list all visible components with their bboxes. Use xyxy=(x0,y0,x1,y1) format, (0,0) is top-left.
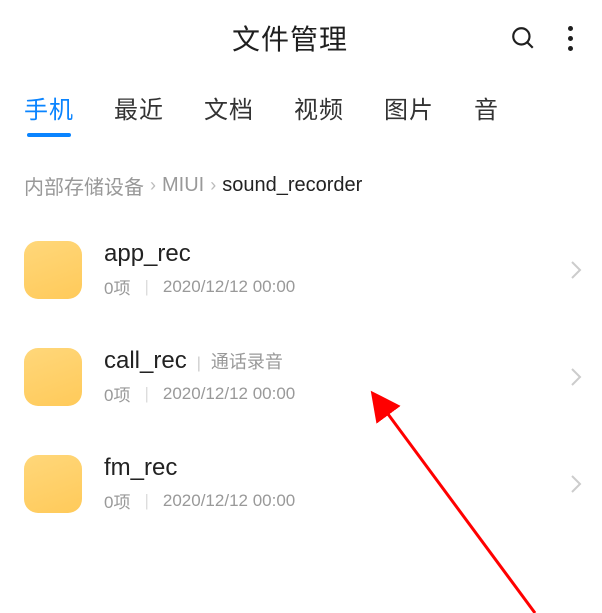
tab-recent[interactable]: 最近 xyxy=(114,90,164,125)
meta-separator: | xyxy=(144,384,148,404)
chevron-right-icon: › xyxy=(150,175,156,196)
tab-image[interactable]: 图片 xyxy=(384,90,434,125)
app-header: 文件管理 xyxy=(0,0,602,72)
tab-phone[interactable]: 手机 xyxy=(24,90,74,125)
item-date: 2020/12/12 00:00 xyxy=(163,491,295,511)
header-actions xyxy=(510,25,582,51)
tab-docs[interactable]: 文档 xyxy=(204,90,254,125)
folder-icon xyxy=(24,455,82,513)
chevron-right-icon xyxy=(570,367,582,387)
breadcrumb: 内部存储设备 › MIUI › sound_recorder xyxy=(0,135,602,208)
item-meta: 0项 | 2020/12/12 00:00 xyxy=(104,381,548,406)
breadcrumb-part-current: sound_recorder xyxy=(222,174,362,197)
meta-separator: | xyxy=(144,277,148,297)
list-item[interactable]: call_rec | 通话录音 0项 | 2020/12/12 00:00 xyxy=(0,323,602,430)
more-icon[interactable] xyxy=(558,26,582,51)
folder-name: app_rec xyxy=(104,240,191,268)
item-name-row: call_rec | 通话录音 xyxy=(104,347,548,375)
item-count: 0项 xyxy=(104,274,130,299)
item-count: 0项 xyxy=(104,381,130,406)
tag-separator: | xyxy=(197,355,201,373)
tab-video[interactable]: 视频 xyxy=(294,90,344,125)
chevron-right-icon xyxy=(570,260,582,280)
page-title: 文件管理 xyxy=(70,18,510,58)
item-name-row: app_rec xyxy=(104,240,548,268)
folder-list: app_rec 0项 | 2020/12/12 00:00 call_rec |… xyxy=(0,208,602,537)
folder-name: fm_rec xyxy=(104,454,177,482)
list-item[interactable]: fm_rec 0项 | 2020/12/12 00:00 xyxy=(0,430,602,537)
item-date: 2020/12/12 00:00 xyxy=(163,277,295,297)
list-item-body: call_rec | 通话录音 0项 | 2020/12/12 00:00 xyxy=(104,347,548,406)
chevron-right-icon: › xyxy=(210,175,216,196)
category-tabs: 手机 最近 文档 视频 图片 音 xyxy=(0,72,602,135)
item-meta: 0项 | 2020/12/12 00:00 xyxy=(104,488,548,513)
chevron-right-icon xyxy=(570,474,582,494)
folder-icon xyxy=(24,348,82,406)
breadcrumb-part[interactable]: MIUI xyxy=(162,174,204,197)
meta-separator: | xyxy=(144,491,148,511)
folder-tag: 通话录音 xyxy=(211,348,283,374)
item-name-row: fm_rec xyxy=(104,454,548,482)
tab-audio[interactable]: 音 xyxy=(474,90,499,125)
search-icon[interactable] xyxy=(510,25,536,51)
item-date: 2020/12/12 00:00 xyxy=(163,384,295,404)
item-count: 0项 xyxy=(104,488,130,513)
folder-name: call_rec xyxy=(104,347,187,375)
item-meta: 0项 | 2020/12/12 00:00 xyxy=(104,274,548,299)
folder-icon xyxy=(24,241,82,299)
list-item[interactable]: app_rec 0项 | 2020/12/12 00:00 xyxy=(0,216,602,323)
breadcrumb-part[interactable]: 内部存储设备 xyxy=(24,171,144,200)
list-item-body: fm_rec 0项 | 2020/12/12 00:00 xyxy=(104,454,548,513)
list-item-body: app_rec 0项 | 2020/12/12 00:00 xyxy=(104,240,548,299)
